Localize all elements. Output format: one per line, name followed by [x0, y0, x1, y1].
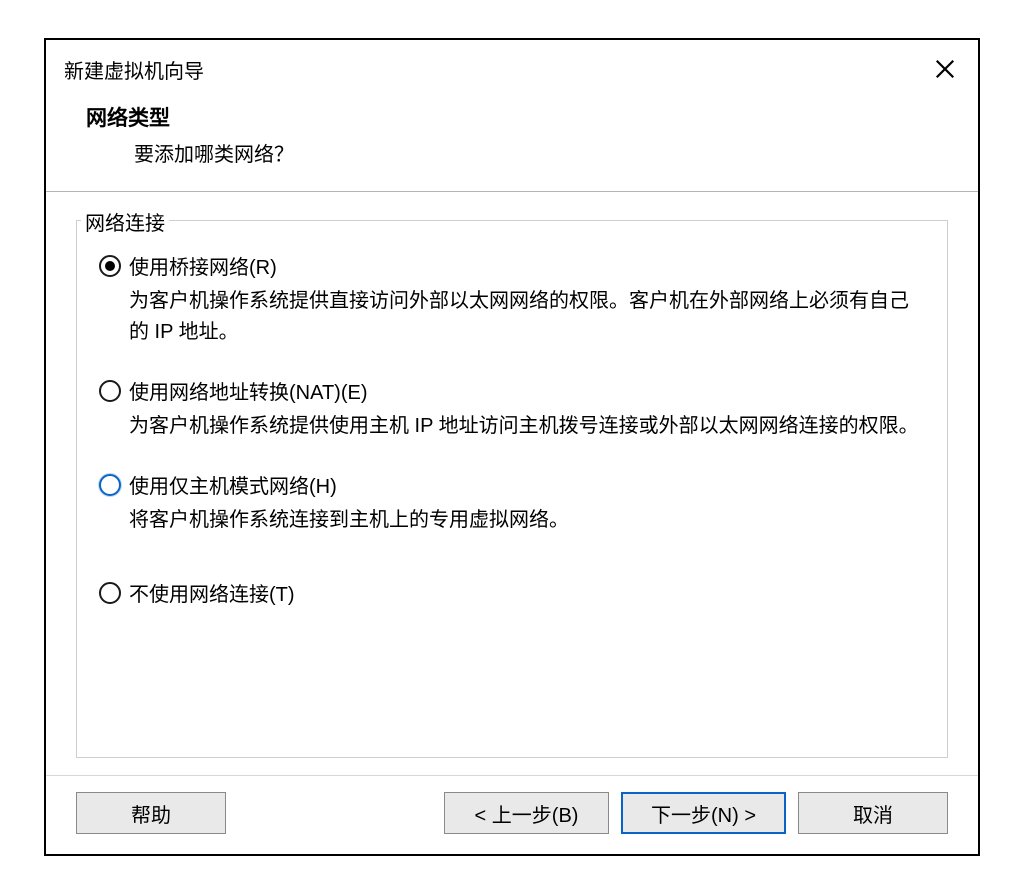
button-row: 帮助 < 上一步(B) 下一步(N) > 取消 — [46, 775, 978, 854]
radio-label-bridged: 使用桥接网络(R) — [129, 251, 277, 280]
radio-option-none: 不使用网络连接(T) — [99, 578, 925, 607]
radio-desc-nat: 为客户机操作系统提供使用主机 IP 地址访问主机拨号连接或外部以太网网络连接的权… — [99, 405, 925, 442]
radio-option-bridged: 使用桥接网络(R) 为客户机操作系统提供直接访问外部以太网网络的权限。客户机在外… — [99, 251, 925, 348]
radio-option-hostonly: 使用仅主机模式网络(H) 将客户机操作系统连接到主机上的专用虚拟网络。 — [99, 470, 925, 536]
radio-hostonly[interactable]: 使用仅主机模式网络(H) — [99, 470, 925, 499]
radio-icon — [99, 582, 121, 604]
header-section: 网络类型 要添加哪类网络？ — [46, 92, 978, 191]
next-button[interactable]: 下一步(N) > — [621, 792, 786, 834]
help-button[interactable]: 帮助 — [76, 792, 226, 834]
radio-nat[interactable]: 使用网络地址转换(NAT)(E) — [99, 376, 925, 405]
titlebar: 新建虚拟机向导 — [46, 40, 978, 92]
radio-label-nat: 使用网络地址转换(NAT)(E) — [129, 376, 368, 405]
network-connection-group: 网络连接 使用桥接网络(R) 为客户机操作系统提供直接访问外部以太网网络的权限。… — [76, 220, 948, 758]
dialog-title: 新建虚拟机向导 — [64, 55, 204, 84]
radio-desc-hostonly: 将客户机操作系统连接到主机上的专用虚拟网络。 — [99, 499, 925, 536]
cancel-button[interactable]: 取消 — [798, 792, 948, 834]
wizard-dialog: 新建虚拟机向导 网络类型 要添加哪类网络？ 网络连接 使用桥接网络(R) 为客户… — [44, 38, 980, 856]
page-subtitle: 要添加哪类网络？ — [86, 132, 938, 167]
radio-label-none: 不使用网络连接(T) — [129, 578, 295, 607]
close-icon — [934, 58, 956, 80]
radio-icon — [99, 474, 121, 496]
radio-bridged[interactable]: 使用桥接网络(R) — [99, 251, 925, 280]
group-label: 网络连接 — [81, 207, 169, 236]
page-title: 网络类型 — [86, 102, 938, 132]
radio-icon — [99, 255, 121, 277]
content-area: 网络连接 使用桥接网络(R) 为客户机操作系统提供直接访问外部以太网网络的权限。… — [46, 192, 978, 775]
radio-icon — [99, 380, 121, 402]
radio-none[interactable]: 不使用网络连接(T) — [99, 578, 925, 607]
radio-desc-bridged: 为客户机操作系统提供直接访问外部以太网网络的权限。客户机在外部网络上必须有自己的… — [99, 280, 925, 348]
radio-label-hostonly: 使用仅主机模式网络(H) — [129, 470, 337, 499]
back-button[interactable]: < 上一步(B) — [444, 792, 609, 834]
close-button[interactable] — [930, 54, 960, 84]
radio-option-nat: 使用网络地址转换(NAT)(E) 为客户机操作系统提供使用主机 IP 地址访问主… — [99, 376, 925, 442]
